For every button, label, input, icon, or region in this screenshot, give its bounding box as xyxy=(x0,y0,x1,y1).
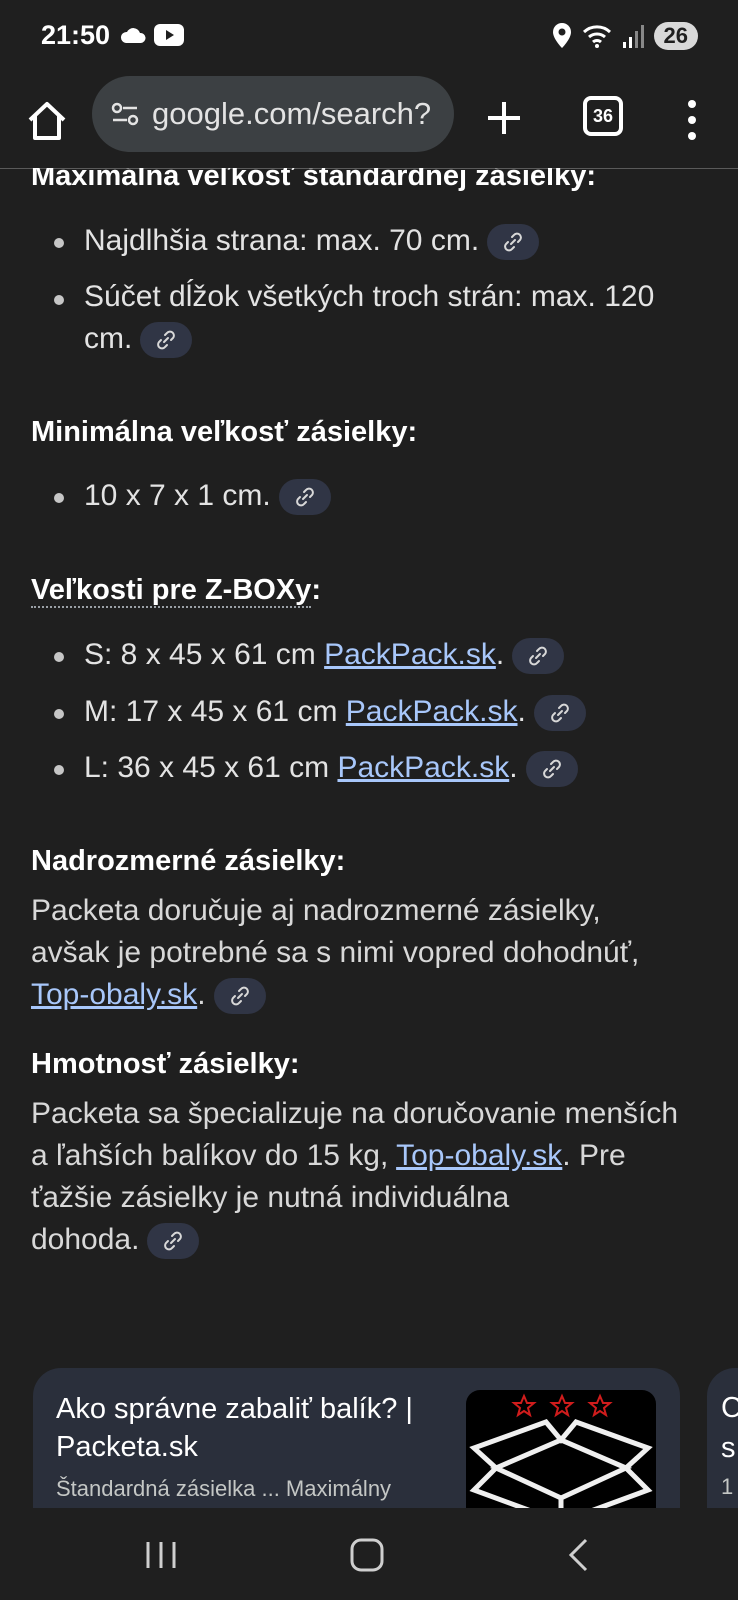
source-link-chip[interactable] xyxy=(487,224,540,261)
link-icon xyxy=(550,703,569,723)
bullet xyxy=(54,652,64,662)
tab-switcher-button[interactable]: 36 xyxy=(583,96,623,136)
packpack-link[interactable]: PackPack.sk xyxy=(346,695,518,728)
source-link-chip[interactable] xyxy=(525,751,578,788)
oversize-paragraph: Packeta doručuje aj nadrozmerné zásielky… xyxy=(31,890,639,1016)
system-nav-bar xyxy=(0,1508,738,1600)
bullet xyxy=(54,493,64,503)
link-icon xyxy=(529,646,548,666)
status-time: 21:50 xyxy=(41,20,111,50)
list-item: L: 36 x 45 x 61 cm PackPack.sk. xyxy=(84,747,578,789)
card-snippet: Štandardná zásielka ... Maximálny xyxy=(56,1476,392,1501)
list-item: Najdlhšia strana: max. 70 cm. xyxy=(84,220,540,262)
recents-icon[interactable] xyxy=(136,1530,186,1580)
home-icon[interactable] xyxy=(22,96,72,146)
home-nav-icon[interactable] xyxy=(342,1530,392,1580)
status-left-icons xyxy=(120,24,184,46)
cloud-icon xyxy=(120,28,146,43)
list-item: 10 x 7 x 1 cm. xyxy=(84,475,331,517)
source-link-chip[interactable] xyxy=(278,479,331,516)
signal-icon xyxy=(622,25,644,48)
list-item: S: 8 x 45 x 61 cm PackPack.sk. xyxy=(84,634,565,676)
link-icon xyxy=(295,487,314,507)
min-size-heading: Minimálna veľkosť zásielky: xyxy=(31,416,418,448)
source-link-chip[interactable] xyxy=(533,695,586,732)
zbox-heading-term[interactable]: Veľkosti pre Z-BOXy xyxy=(31,574,312,608)
bullet xyxy=(54,765,64,775)
link-icon xyxy=(230,986,249,1006)
status-right-icons: 26 xyxy=(552,22,698,50)
packpack-link[interactable]: PackPack.sk xyxy=(337,751,509,784)
wifi-icon xyxy=(582,25,611,48)
source-link-chip[interactable] xyxy=(140,322,193,359)
weight-heading: Hmotnosť zásielky: xyxy=(31,1048,300,1080)
location-icon xyxy=(552,23,571,48)
zbox-heading: Veľkosti pre Z-BOXy: xyxy=(31,574,321,608)
link-icon xyxy=(157,330,176,350)
address-bar[interactable]: google.com/search? xyxy=(92,76,454,152)
source-link-chip[interactable] xyxy=(512,638,565,675)
browser-toolbar: google.com/search? 36 xyxy=(0,76,738,169)
link-icon xyxy=(164,1231,183,1251)
weight-paragraph: Packeta sa špecializuje na doručovanie m… xyxy=(31,1093,678,1261)
list-item: Súčet dĺžok všetkých troch strán: max. 1… xyxy=(84,276,704,360)
top-obaly-link[interactable]: Top-obaly.sk xyxy=(396,1139,562,1172)
status-bar: 21:50 26 xyxy=(0,0,738,76)
card-title[interactable]: Ako správne zabaliť balík? | Packeta.sk xyxy=(56,1390,446,1466)
link-icon xyxy=(504,232,523,252)
bullet xyxy=(54,295,64,305)
list-item: M: 17 x 45 x 61 cm PackPack.sk. xyxy=(84,691,586,733)
new-tab-icon[interactable] xyxy=(480,94,528,142)
back-icon[interactable] xyxy=(554,1530,604,1580)
link-icon xyxy=(542,759,561,779)
oversize-heading: Nadrozmerné zásielky: xyxy=(31,845,346,877)
source-link-chip[interactable] xyxy=(147,1223,200,1260)
overflow-menu-icon[interactable] xyxy=(680,96,704,144)
bullet xyxy=(54,238,64,248)
max-size-heading: Maximálna veľkosť štandardnej zásielky: xyxy=(31,168,597,192)
ai-overview-content: Maximálna veľkosť štandardnej zásielky: … xyxy=(0,168,738,1508)
source-link-chip[interactable] xyxy=(213,978,266,1015)
battery-indicator: 26 xyxy=(653,22,698,50)
url-text[interactable]: google.com/search? xyxy=(152,96,431,132)
packpack-link[interactable]: PackPack.sk xyxy=(324,638,496,671)
youtube-icon xyxy=(154,24,184,46)
bullet xyxy=(54,709,64,719)
top-obaly-link[interactable]: Top-obaly.sk xyxy=(31,978,197,1011)
site-settings-icon[interactable] xyxy=(110,99,140,129)
